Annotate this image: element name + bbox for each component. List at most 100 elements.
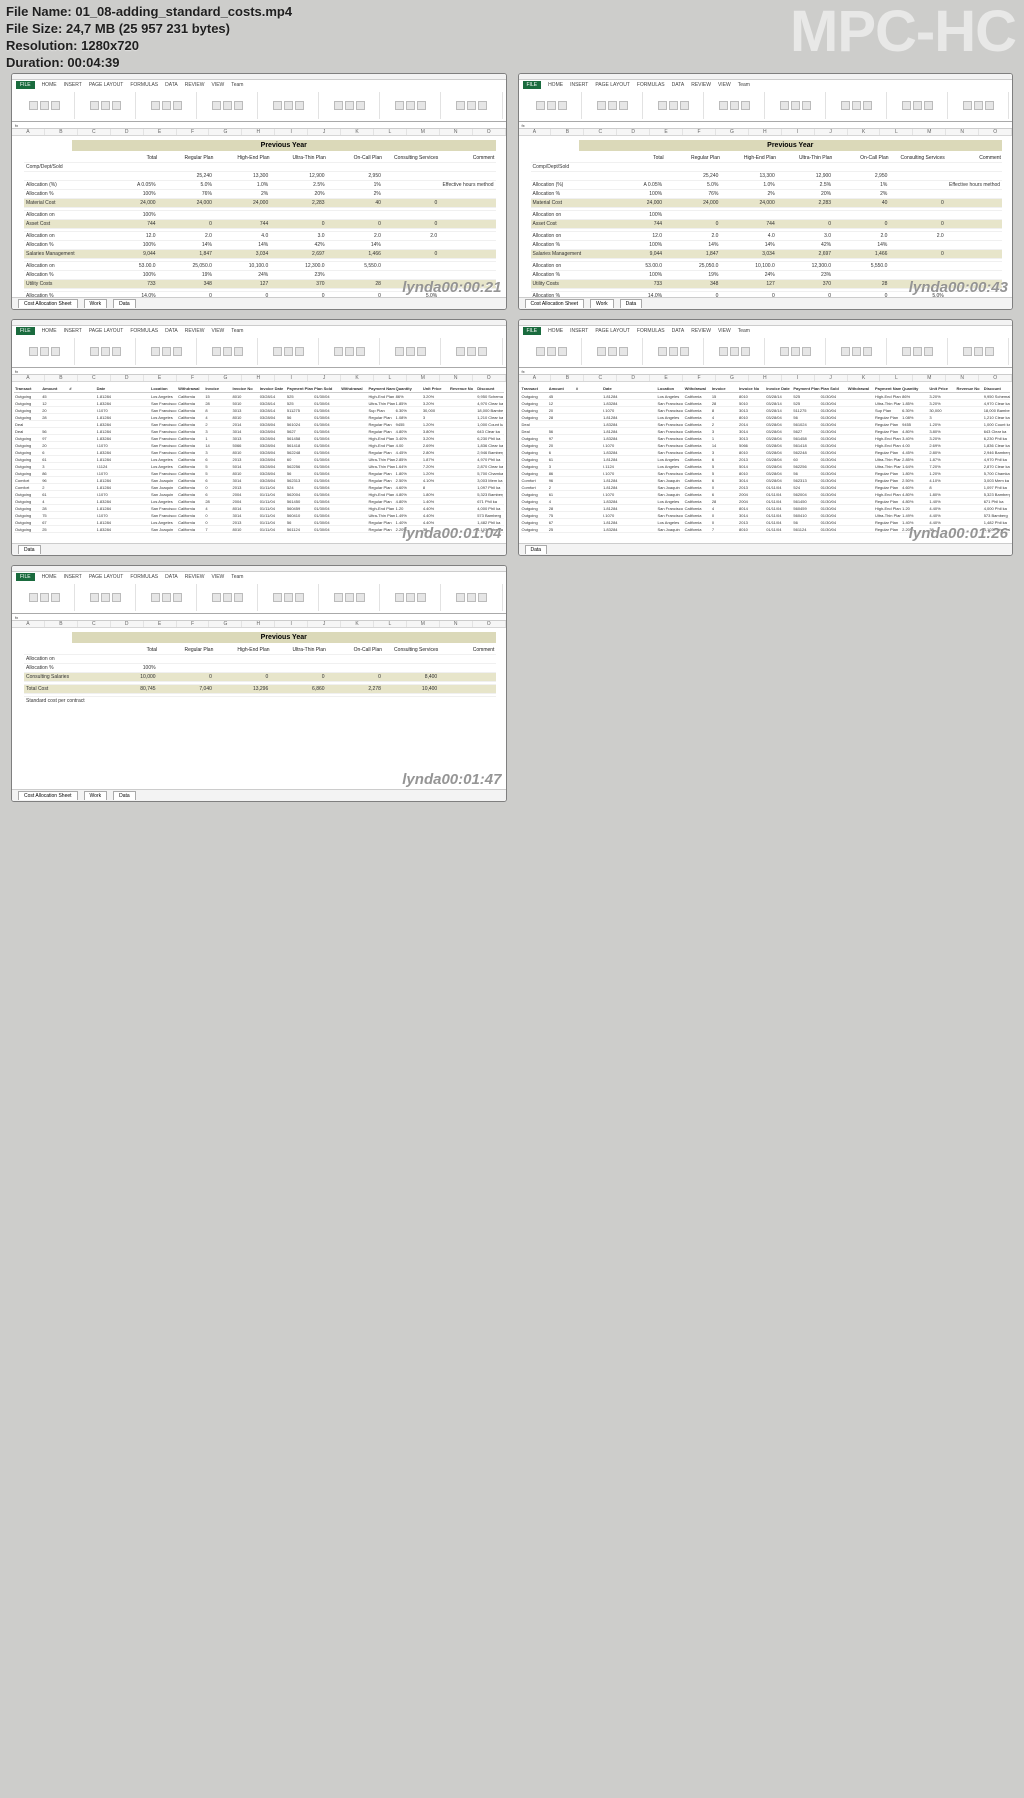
table-cell[interactable]: 0 — [214, 673, 270, 681]
table-cell[interactable]: 97 — [548, 436, 575, 441]
table-cell[interactable]: 5.0% — [158, 181, 214, 189]
table-cell[interactable]: Outgoing — [14, 506, 41, 511]
table-cell[interactable]: 7 — [204, 527, 231, 532]
table-cell[interactable]: 525 — [286, 401, 313, 406]
table-cell[interactable]: 3.0 — [777, 232, 833, 240]
table-cell[interactable]: 01/30/04 — [313, 443, 340, 448]
table-cell[interactable]: 03/28/04 — [259, 415, 286, 420]
table-cell[interactable]: Los Angeles — [656, 457, 683, 462]
table-cell[interactable]: 2,697 — [270, 250, 326, 258]
table-cell[interactable]: 01/30/04 — [313, 478, 340, 483]
table-cell[interactable]: 1.83284 — [96, 436, 123, 441]
ribbon-button-icon[interactable] — [669, 347, 678, 356]
ribbon-button-icon[interactable] — [345, 347, 354, 356]
table-cell[interactable]: 3.20% — [928, 436, 955, 441]
table-cell[interactable]: 4 — [711, 506, 738, 511]
table-cell[interactable] — [889, 208, 945, 210]
table-cell[interactable]: Allocation % — [531, 271, 608, 279]
table-cell[interactable] — [101, 682, 157, 684]
ribbon-button-icon[interactable] — [902, 347, 911, 356]
table-cell[interactable]: 61 — [548, 492, 575, 497]
table-cell[interactable]: 03/28/04 — [765, 443, 792, 448]
table-cell[interactable]: 4 — [41, 499, 68, 504]
table-cell[interactable]: I.1070 — [602, 513, 629, 518]
table-cell[interactable] — [946, 250, 1002, 258]
table-cell[interactable]: 5 — [204, 464, 231, 469]
table-cell[interactable] — [101, 697, 157, 705]
ribbon-button-icon[interactable] — [234, 101, 243, 110]
table-cell[interactable]: 3.20% — [928, 401, 955, 406]
table-cell[interactable] — [777, 229, 833, 231]
table-cell[interactable]: Ultra-Thin Plan — [874, 457, 901, 462]
table-cell[interactable]: 28 — [711, 499, 738, 504]
table-cell[interactable]: San Joaquin — [656, 478, 683, 483]
table-cell[interactable]: 24,000 — [158, 199, 214, 207]
table-cell[interactable]: 10,100.0 — [214, 262, 270, 270]
table-cell[interactable]: 3013 — [232, 408, 259, 413]
table-cell[interactable]: 03/28/04 — [765, 436, 792, 441]
table-cell[interactable]: 1.40% — [901, 520, 928, 525]
table-cell[interactable]: California — [177, 485, 204, 490]
ribbon-button-icon[interactable] — [536, 101, 545, 110]
table-cell[interactable] — [270, 259, 326, 261]
table-cell[interactable]: 03/28/04 — [765, 429, 792, 434]
table-cell[interactable]: 4,970 Phil ka — [983, 457, 1010, 462]
table-cell[interactable]: 25,240 — [664, 172, 720, 180]
table-cell[interactable] — [439, 208, 495, 210]
table-cell[interactable]: 56 — [792, 520, 819, 525]
table-cell[interactable]: 100% — [101, 211, 157, 219]
ribbon-button-icon[interactable] — [295, 101, 304, 110]
table-cell[interactable]: 7.20% — [928, 464, 955, 469]
table-cell[interactable] — [270, 697, 326, 705]
ribbon-button-icon[interactable] — [780, 101, 789, 110]
table-cell[interactable]: 0 — [664, 220, 720, 228]
table-cell[interactable]: 03/28/04 — [765, 464, 792, 469]
table-cell[interactable]: 03/28/04 — [259, 429, 286, 434]
table-cell[interactable]: High-End Plan — [874, 506, 901, 511]
table-cell[interactable]: I.1124 — [96, 464, 123, 469]
table-cell[interactable]: High-End Plan — [367, 492, 394, 497]
table-cell[interactable]: 562256 — [286, 464, 313, 469]
table-cell[interactable]: California — [684, 450, 711, 455]
table-cell[interactable]: Salaries Management — [24, 250, 101, 258]
table-cell[interactable]: Deal — [14, 429, 41, 434]
table-cell[interactable]: 100% — [101, 664, 157, 672]
table-cell[interactable]: 5 — [711, 464, 738, 469]
table-cell[interactable]: 3014 — [738, 513, 765, 518]
table-cell[interactable]: 1.85% — [901, 401, 928, 406]
ribbon-button-icon[interactable] — [112, 593, 121, 602]
table-cell[interactable]: 01/30/04 — [820, 415, 847, 420]
table-cell[interactable]: 01/11/04 — [259, 513, 286, 518]
table-cell[interactable]: 0 — [711, 513, 738, 518]
video-thumbnail[interactable]: FILEHOMEINSERTPAGE LAYOUTFORMULASDATAREV… — [11, 565, 507, 802]
ribbon-button-icon[interactable] — [974, 347, 983, 356]
table-cell[interactable]: 3014 — [232, 513, 259, 518]
table-cell[interactable]: 9,044 — [608, 250, 664, 258]
ribbon-button-icon[interactable] — [151, 593, 160, 602]
table-cell[interactable]: 9,950 Schemaka — [476, 394, 503, 399]
table-cell[interactable] — [158, 655, 214, 663]
table-cell[interactable]: 01/30/04 — [820, 527, 847, 532]
table-cell[interactable]: Ultra-Thin Plan — [367, 457, 394, 462]
table-cell[interactable]: 0 — [158, 220, 214, 228]
table-cell[interactable]: California — [177, 443, 204, 448]
table-cell[interactable] — [214, 697, 270, 705]
ribbon-button-icon[interactable] — [151, 347, 160, 356]
table-cell[interactable]: 76% — [664, 190, 720, 198]
table-cell[interactable]: Effective hours method — [946, 181, 1002, 189]
table-cell[interactable]: 61 — [41, 457, 68, 462]
table-cell[interactable]: California — [177, 506, 204, 511]
ribbon-button-icon[interactable] — [162, 593, 171, 602]
table-cell[interactable]: 03/28/14 — [259, 394, 286, 399]
table-cell[interactable]: 30,000 — [928, 408, 955, 413]
table-cell[interactable]: California — [684, 464, 711, 469]
table-cell[interactable]: 75 — [548, 513, 575, 518]
table-cell[interactable] — [439, 664, 495, 672]
table-cell[interactable]: 01/30/04 — [313, 429, 340, 434]
table-cell[interactable] — [214, 208, 270, 210]
table-cell[interactable]: 8010 — [738, 527, 765, 532]
table-cell[interactable]: 0 — [270, 673, 326, 681]
table-cell[interactable] — [664, 259, 720, 261]
table-cell[interactable]: California — [177, 450, 204, 455]
table-cell[interactable]: 1.81284 — [602, 415, 629, 420]
